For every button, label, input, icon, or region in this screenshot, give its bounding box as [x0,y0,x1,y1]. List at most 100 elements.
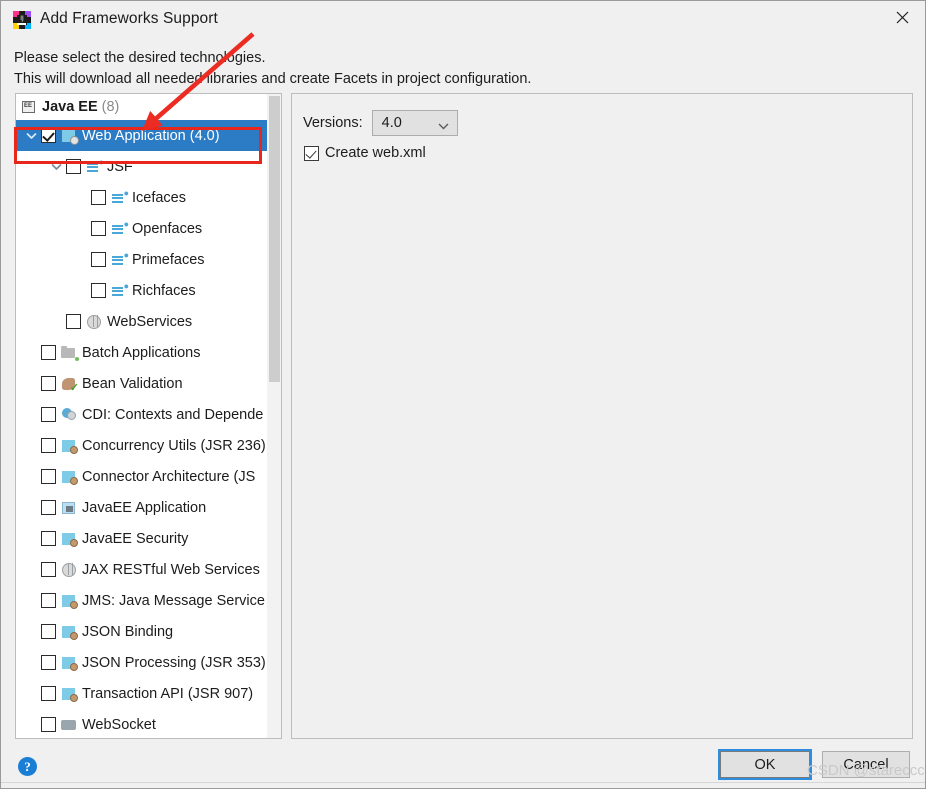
javaee-icon [21,99,38,115]
tree-item-label: Richfaces [132,282,196,299]
create-webxml-row[interactable]: Create web.xml [304,145,426,161]
tree-item-checkbox[interactable] [41,128,56,143]
versions-select[interactable]: 4.0 [371,110,458,136]
tree-item-checkbox[interactable] [41,438,56,453]
tree-item-checkbox[interactable] [66,314,81,329]
tree-item-concurrency-utils-jsr-236[interactable]: Concurrency Utils (JSR 236) [16,430,281,461]
tree-item-label: Transaction API (JSR 907) [82,685,254,702]
dialog-description: Please select the desired technologies. … [14,48,874,90]
tree-item-label: Primefaces [132,251,205,268]
tree-item-checkbox[interactable] [91,252,106,267]
tree-item-checkbox[interactable] [41,345,56,360]
tree-item-checkbox[interactable] [41,469,56,484]
tree-item-checkbox[interactable] [91,221,106,236]
frameworks-tree-panel[interactable]: Java EE(8)Web Application (4.0)●JSF●Icef… [15,93,282,739]
tree-item-checkbox[interactable] [41,655,56,670]
frameworks-tree[interactable]: Java EE(8)Web Application (4.0)●JSF●Icef… [16,94,281,738]
jsf-icon: ● [111,188,129,206]
tree-item-javaee-application[interactable]: JavaEE Application [16,492,281,523]
tree-item-checkbox[interactable] [41,593,56,608]
title-bar: IJ Add Frameworks Support [1,1,925,39]
tree-item-jsf[interactable]: ● JSF [16,151,281,182]
tree-group-header-java-ee: Java EE(8) [16,94,281,120]
tree-item-json-binding[interactable]: JSON Binding [16,616,281,647]
versions-label: Versions: [303,115,363,131]
tree-item-checkbox[interactable] [66,159,81,174]
tree-item-openfaces[interactable]: ● Openfaces [16,213,281,244]
tree-item-websocket[interactable]: WebSocket [16,709,281,738]
tree-item-webservices[interactable]: WebServices [16,306,281,337]
tree-item-checkbox[interactable] [41,531,56,546]
chevron-down-icon[interactable] [21,127,41,145]
svg-text:IJ: IJ [20,15,24,22]
tree-item-label: CDI: Contexts and Depende [82,406,264,423]
tree-item-label: JAX RESTful Web Services [82,561,260,578]
tree-scrollbar-thumb[interactable] [269,96,280,382]
cancel-button[interactable]: Cancel [822,751,910,778]
tree-item-checkbox[interactable] [41,686,56,701]
create-webxml-label: Create web.xml [325,145,426,161]
tree-item-checkbox[interactable] [41,500,56,515]
tree-group-header-count: (8) [101,99,120,115]
tree-item-transaction-api-jsr-907[interactable]: Transaction API (JSR 907) [16,678,281,709]
versions-selected-value: 4.0 [381,115,402,131]
versions-row: Versions: 4.0 [303,110,458,136]
cdi-icon [61,407,78,423]
tree-item-richfaces[interactable]: ● Richfaces [16,275,281,306]
intellij-idea-icon: IJ [12,10,32,30]
batch-folder-icon [61,345,79,361]
tree-item-web-application-4-0[interactable]: Web Application (4.0) [16,120,281,151]
tree-item-batch-applications[interactable]: Batch Applications [16,337,281,368]
ok-button[interactable]: OK [720,751,810,778]
tree-item-javaee-security[interactable]: JavaEE Security [16,523,281,554]
web-application-icon [61,128,79,145]
help-icon[interactable]: ? [18,757,37,776]
create-webxml-checkbox[interactable] [304,145,319,161]
tree-item-checkbox[interactable] [41,407,56,422]
tree-item-json-processing-jsr-353[interactable]: JSON Processing (JSR 353) [16,647,281,678]
tree-item-label: JSON Processing (JSR 353) [82,654,266,671]
javaee-module-icon [61,593,78,609]
javaee-module-icon [61,686,78,702]
close-icon[interactable] [879,1,925,33]
tree-item-label: Icefaces [132,189,186,206]
tree-item-icefaces[interactable]: ● Icefaces [16,182,281,213]
tree-item-primefaces[interactable]: ● Primefaces [16,244,281,275]
tree-scrollbar[interactable] [267,94,281,738]
tree-item-checkbox[interactable] [41,376,56,391]
tree-item-label: Openfaces [132,220,203,237]
javaee-module-icon [61,655,78,671]
tree-item-label: WebServices [107,313,193,330]
tree-item-cdi-contexts-and-depende[interactable]: CDI: Contexts and Depende [16,399,281,430]
tree-item-checkbox[interactable] [91,283,106,298]
tree-item-label: WebSocket [82,716,156,733]
tree-item-label: JavaEE Application [82,499,207,516]
tree-item-connector-architecture-js[interactable]: Connector Architecture (JS [16,461,281,492]
tree-item-checkbox[interactable] [91,190,106,205]
tree-item-bean-validation[interactable]: ✓ Bean Validation [16,368,281,399]
tree-item-jms-java-message-service[interactable]: JMS: Java Message Service [16,585,281,616]
tree-item-label: Batch Applications [82,344,201,361]
tree-item-jax-restful-web-services[interactable]: JAX RESTful Web Services [16,554,281,585]
tree-item-checkbox[interactable] [41,562,56,577]
tree-item-label: Bean Validation [82,375,183,392]
description-line-2: This will download all needed libraries … [14,71,532,87]
chevron-down-icon[interactable] [46,158,66,176]
tree-item-checkbox[interactable] [41,717,56,732]
globe-icon [86,314,103,330]
tree-item-checkbox[interactable] [41,624,56,639]
javaee-application-icon [61,500,78,516]
